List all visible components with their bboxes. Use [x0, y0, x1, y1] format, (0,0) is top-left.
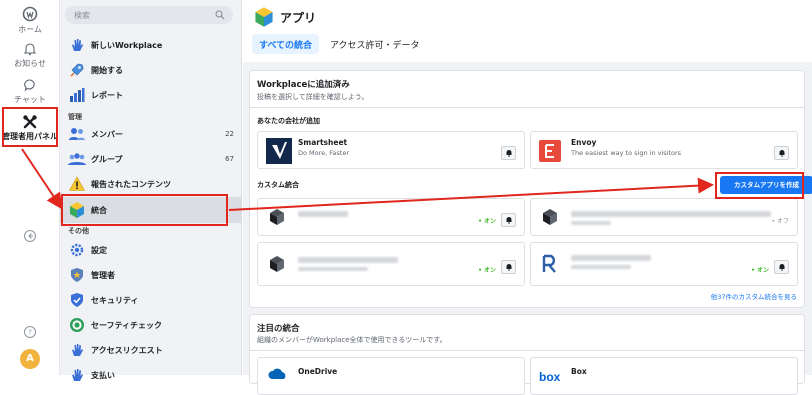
annotation-arrows [21, 148, 714, 211]
